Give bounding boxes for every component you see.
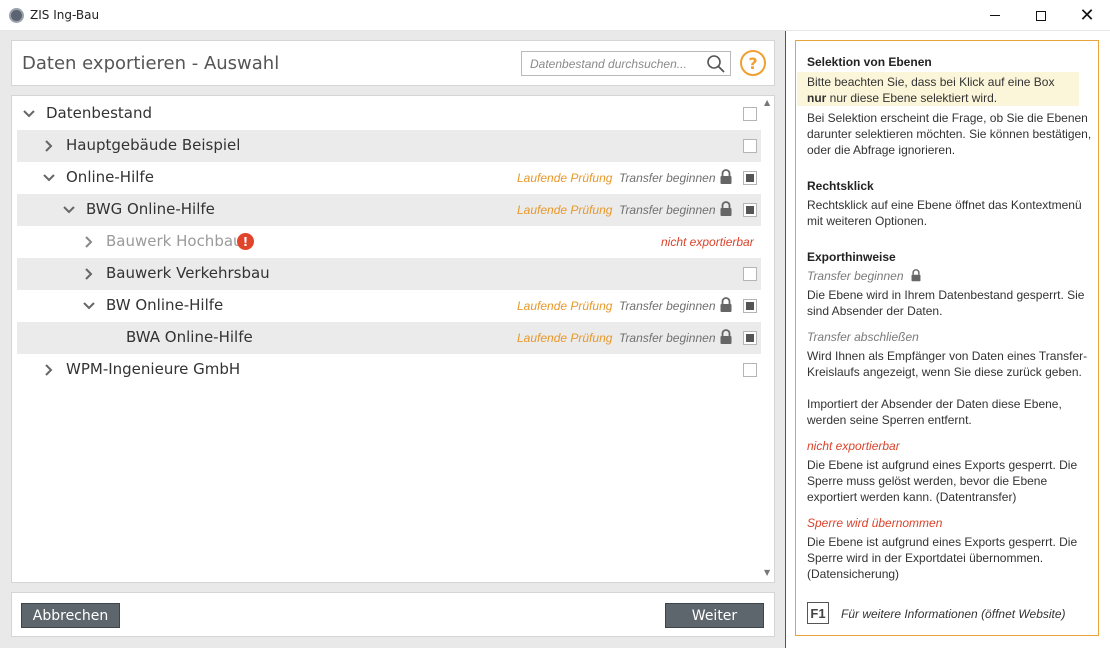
tree-row-bw-online-hilfe[interactable]: BW Online-Hilfe Laufende Prüfung Transfe… — [17, 290, 761, 322]
header-card: Daten exportieren - Auswahl ? — [11, 40, 775, 86]
status-laufende-pruefung: Laufende Prüfung — [517, 331, 613, 345]
info-highlight-line2: nur diese Ebene selektiert wird. — [826, 91, 998, 105]
tree-row-bwg-online-hilfe[interactable]: BWG Online-Hilfe Laufende Prüfung Transf… — [17, 194, 761, 226]
footer-bar: Abbrechen Weiter — [11, 592, 775, 637]
transfer-begin-link[interactable]: Transfer beginnen — [619, 331, 716, 345]
row-checkbox[interactable] — [743, 331, 757, 345]
info-not-exportable-label: nicht exportierbar — [807, 439, 900, 453]
info-heading-rightclick: Rechtsklick — [807, 179, 874, 193]
status-laufende-pruefung: Laufende Prüfung — [517, 299, 613, 313]
info-panel: Selektion von Ebenen Bitte beachten Sie,… — [786, 31, 1110, 648]
info-highlight-line1: Bitte beachten Sie, dass bei Klick auf e… — [807, 75, 1055, 89]
tree-row-label: BW Online-Hilfe — [106, 296, 224, 314]
title-bar: ZIS Ing-Bau ✕ — [0, 0, 1110, 31]
tree-row-hauptgebaeude[interactable]: Hauptgebäude Beispiel — [17, 130, 761, 162]
row-checkbox[interactable] — [743, 171, 757, 185]
tree-row-label: Online-Hilfe — [66, 168, 154, 186]
help-icon[interactable]: ? — [740, 50, 766, 76]
main-area: Daten exportieren - Auswahl ? ▲ Datenbes… — [0, 31, 786, 648]
tree-row-label: Datenbestand — [46, 104, 153, 122]
info-rightclick-text: Rechtsklick auf eine Ebene öffnet das Ko… — [807, 198, 1082, 228]
lock-icon — [720, 169, 732, 184]
chevron-down-icon[interactable] — [42, 171, 56, 185]
app-icon — [9, 8, 24, 23]
status-laufende-pruefung: Laufende Prüfung — [517, 171, 613, 185]
info-transfer-end-text: Wird Ihnen als Empfänger von Daten eines… — [807, 349, 1088, 379]
tree-row-label: WPM-Ingenieure GmbH — [66, 360, 241, 378]
lock-icon — [720, 329, 732, 344]
transfer-begin-link[interactable]: Transfer beginnen — [619, 171, 716, 185]
close-icon: ✕ — [1079, 4, 1095, 26]
minimize-button[interactable] — [972, 0, 1018, 31]
info-highlight-bold: nur — [807, 91, 827, 105]
row-checkbox[interactable] — [743, 363, 757, 377]
lock-icon — [911, 269, 921, 282]
chevron-right-icon[interactable] — [42, 363, 56, 377]
row-checkbox[interactable] — [743, 299, 757, 313]
info-transfer-end-label: Transfer abschließen — [807, 330, 919, 344]
tree-row-label: BWA Online-Hilfe — [126, 328, 253, 346]
info-heading-selection: Selektion von Ebenen — [807, 55, 932, 69]
tree-row-bauwerk-verkehrsbau[interactable]: Bauwerk Verkehrsbau — [17, 258, 761, 290]
status-nicht-exportierbar: nicht exportierbar — [661, 235, 754, 249]
lock-icon — [720, 297, 732, 312]
info-transfer-begin-text: Die Ebene wird in Ihrem Datenbestand ges… — [807, 288, 1085, 318]
minimize-icon — [990, 15, 1000, 16]
warning-icon: ! — [237, 233, 254, 250]
tree-view: ▲ Datenbestand Hauptgebäude Beispiel Onl… — [11, 95, 775, 583]
info-card: Selektion von Ebenen Bitte beachten Sie,… — [795, 40, 1099, 636]
tree-row-label: BWG Online-Hilfe — [86, 200, 215, 218]
tree-row-wpm-ingenieure[interactable]: WPM-Ingenieure GmbH — [17, 354, 761, 386]
chevron-down-icon[interactable] — [62, 203, 76, 217]
transfer-begin-link[interactable]: Transfer beginnen — [619, 299, 716, 313]
close-button[interactable]: ✕ — [1064, 0, 1110, 31]
scroll-up-icon[interactable]: ▲ — [764, 98, 770, 107]
lock-icon — [720, 201, 732, 216]
window-title: ZIS Ing-Bau — [30, 8, 100, 22]
tree-row-label: Bauwerk Hochbau — [106, 232, 243, 250]
tree-row-label: Hauptgebäude Beispiel — [66, 136, 241, 154]
search-icon[interactable] — [706, 54, 726, 74]
search-box — [521, 51, 731, 76]
next-button[interactable]: Weiter — [665, 603, 764, 628]
row-checkbox[interactable] — [743, 203, 757, 217]
page-title: Daten exportieren - Auswahl — [22, 53, 280, 74]
f1-info-link[interactable]: Für weitere Informationen (öffnet Websit… — [841, 607, 1066, 621]
tree-row-label: Bauwerk Verkehrsbau — [106, 264, 270, 282]
info-lock-taken-text: Die Ebene ist aufgrund eines Exports ges… — [807, 535, 1078, 581]
info-import-text: Importiert der Absender der Daten diese … — [807, 397, 1062, 427]
info-selection-text: Bei Selektion erscheint die Frage, ob Si… — [807, 111, 1092, 157]
transfer-begin-link[interactable]: Transfer beginnen — [619, 203, 716, 217]
chevron-right-icon[interactable] — [82, 267, 96, 281]
info-heading-export: Exporthinweise — [807, 250, 896, 264]
tree-row-bwa-online-hilfe[interactable]: BWA Online-Hilfe Laufende Prüfung Transf… — [17, 322, 761, 354]
scroll-down-icon[interactable]: ▼ — [764, 568, 770, 577]
chevron-right-icon[interactable] — [82, 235, 96, 249]
tree-row-online-hilfe[interactable]: Online-Hilfe Laufende Prüfung Transfer b… — [17, 162, 761, 194]
row-checkbox[interactable] — [743, 107, 757, 121]
status-laufende-pruefung: Laufende Prüfung — [517, 203, 613, 217]
chevron-down-icon[interactable] — [22, 107, 36, 121]
f1-key-icon: F1 — [807, 602, 829, 624]
info-transfer-begin-label: Transfer beginnen — [807, 269, 922, 283]
row-checkbox[interactable] — [743, 267, 757, 281]
maximize-button[interactable] — [1018, 0, 1064, 31]
chevron-right-icon[interactable] — [42, 139, 56, 153]
search-input[interactable] — [522, 52, 702, 75]
maximize-icon — [1036, 10, 1046, 21]
info-lock-taken-label: Sperre wird übernommen — [807, 516, 943, 530]
chevron-down-icon[interactable] — [82, 299, 96, 313]
info-not-exportable-text: Die Ebene ist aufgrund eines Exports ges… — [807, 458, 1078, 504]
info-highlight-text: Bitte beachten Sie, dass bei Klick auf e… — [807, 74, 1095, 106]
row-checkbox[interactable] — [743, 139, 757, 153]
cancel-button[interactable]: Abbrechen — [21, 603, 120, 628]
info-transfer-begin-text: Transfer beginnen — [807, 269, 904, 283]
tree-row-bauwerk-hochbau[interactable]: Bauwerk Hochbau ! nicht exportierbar — [17, 226, 761, 258]
tree-row-datenbestand[interactable]: Datenbestand — [17, 98, 761, 130]
